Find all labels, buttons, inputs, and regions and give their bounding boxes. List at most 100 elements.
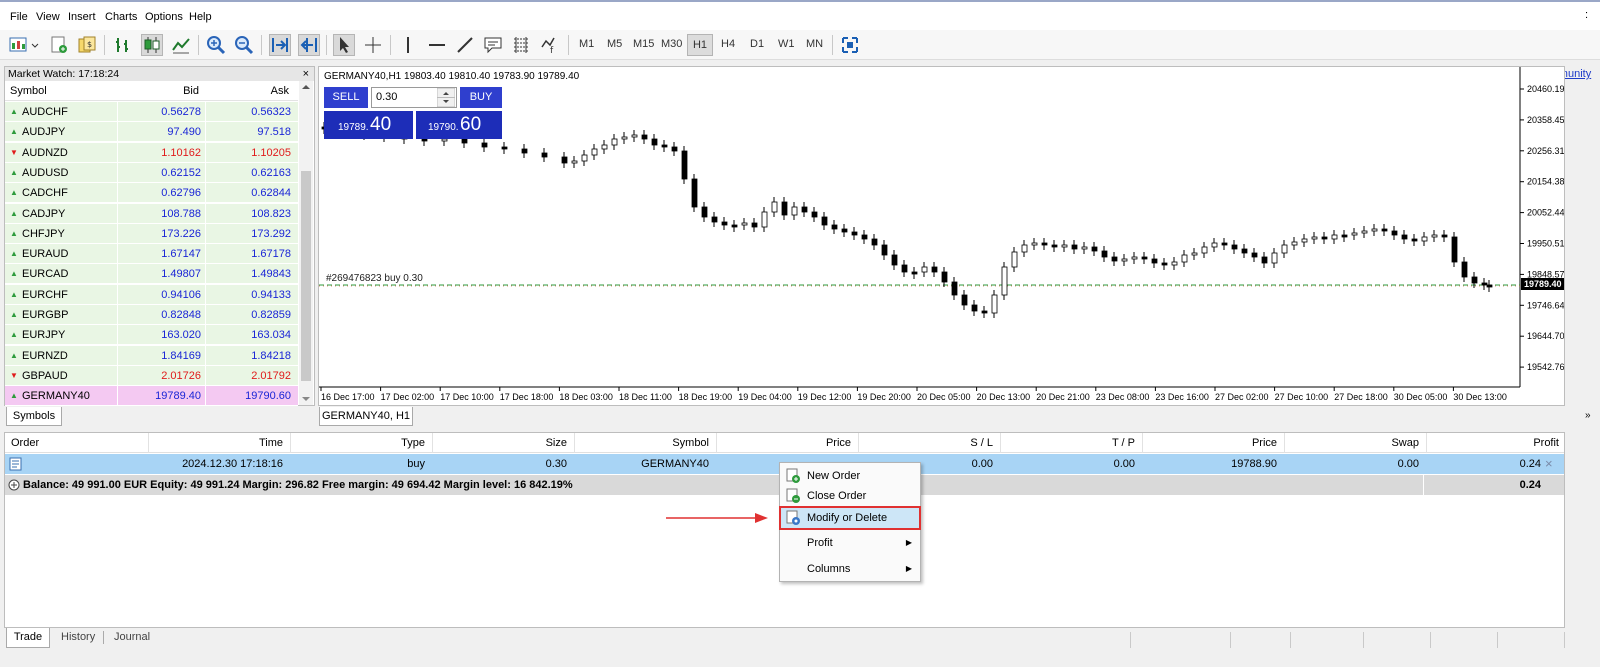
market-watch-row[interactable]: ▲ EURCHF 0.94106 0.94133: [5, 284, 298, 305]
chart-tabs-overflow[interactable]: »: [1585, 410, 1591, 421]
cursor-icon[interactable]: [333, 34, 355, 56]
timeframe-m30[interactable]: M30: [661, 38, 682, 50]
close-order-icon[interactable]: ×: [1545, 456, 1553, 471]
chart-window[interactable]: 20460.19 20358.45 20256.31 20154.38 20052.44…: [318, 66, 1565, 406]
market-watch-row[interactable]: ▼ AUDNZD 1.10162 1.10205: [5, 142, 298, 163]
close-icon[interactable]: ×: [303, 67, 309, 81]
zoom-in-icon[interactable]: [205, 34, 227, 56]
scrollbar-thumb[interactable]: [301, 171, 311, 381]
column-bid[interactable]: Bid: [117, 85, 199, 97]
timeframe-h1[interactable]: H1: [687, 34, 713, 56]
balance-expand-icon[interactable]: [8, 479, 20, 491]
menu-charts[interactable]: Charts: [105, 11, 137, 23]
column-size[interactable]: Size: [437, 437, 567, 449]
column-symbol[interactable]: Symbol: [10, 85, 47, 97]
market-watch-row[interactable]: ▲ GERMANY40 19789.40 19790.60: [5, 386, 298, 407]
column-symbol[interactable]: Symbol: [579, 437, 709, 449]
menu-options[interactable]: Options: [145, 11, 183, 23]
menu-item-close-order[interactable]: Close Order: [780, 486, 920, 506]
market-watch-row[interactable]: ▲ EURNZD 1.84169 1.84218: [5, 345, 298, 366]
menu-help[interactable]: Help: [189, 11, 212, 23]
timeframe-w1[interactable]: W1: [778, 38, 795, 50]
market-watch-row[interactable]: ▲ CADJPY 108.788 108.823: [5, 203, 298, 224]
tab-symbols[interactable]: Symbols: [6, 407, 62, 426]
menu-item-new-order[interactable]: New Order: [780, 466, 920, 486]
tab-history[interactable]: History: [61, 628, 95, 648]
timeframe-d1[interactable]: D1: [750, 38, 764, 50]
tab-journal[interactable]: Journal: [114, 628, 150, 648]
buy-price-display[interactable]: 19790. 60: [416, 111, 502, 139]
menu-item-profit[interactable]: Profit ▶: [780, 533, 920, 553]
auto-scroll-icon[interactable]: [269, 34, 291, 56]
menu-item-label: New Order: [807, 470, 861, 482]
scroll-down-icon[interactable]: [299, 393, 313, 405]
new-chart-icon[interactable]: [8, 34, 40, 56]
timeframe-m1[interactable]: M1: [579, 38, 594, 50]
candle-body: [961, 294, 968, 306]
market-watch-row[interactable]: ▲ CADCHF 0.62796 0.62844: [5, 183, 298, 204]
menu-item-columns[interactable]: Columns ▶: [780, 559, 920, 579]
column-swap[interactable]: Swap: [1289, 437, 1419, 449]
timeframe-m5[interactable]: M5: [607, 38, 622, 50]
market-watch-row[interactable]: ▲ EURCAD 1.49807 1.49843: [5, 264, 298, 285]
column-stop-loss[interactable]: S / L: [863, 437, 993, 449]
price-tick-label: 20154.38: [1527, 177, 1564, 187]
candlestick-chart[interactable]: 20460.19 20358.45 20256.31 20154.38 20052.44…: [319, 67, 1564, 405]
menu-file[interactable]: File: [10, 11, 28, 23]
market-watch-row[interactable]: ▲ AUDCHF 0.56278 0.56323: [5, 102, 298, 122]
menu-view[interactable]: View: [36, 11, 60, 23]
candle-body: [1311, 236, 1318, 240]
column-type[interactable]: Type: [295, 437, 425, 449]
sell-button[interactable]: SELL: [324, 87, 368, 108]
market-watch-scrollbar[interactable]: [299, 81, 313, 405]
arrow-up-icon: ▲: [10, 188, 18, 198]
bar-chart-icon[interactable]: [112, 34, 134, 56]
column-time[interactable]: Time: [155, 437, 283, 449]
tab-chart-germany40[interactable]: GERMANY40, H1: [319, 407, 413, 426]
sell-price-display[interactable]: 19789. 40: [324, 111, 413, 139]
vertical-line-icon[interactable]: [397, 34, 419, 56]
zoom-out-icon[interactable]: [233, 34, 255, 56]
market-watch-row[interactable]: ▲ AUDUSD 0.62152 0.62163: [5, 162, 298, 183]
line-chart-icon[interactable]: [170, 34, 192, 56]
price-tick-label: 20358.45: [1527, 115, 1564, 125]
candle-body: [571, 160, 578, 164]
horizontal-line-icon[interactable]: [426, 34, 448, 56]
text-label-icon[interactable]: [482, 34, 504, 56]
indicators-icon[interactable]: f: [539, 34, 561, 56]
market-watch-row[interactable]: ▲ EURAUD 1.67147 1.67178: [5, 244, 298, 265]
timeframe-m15[interactable]: M15: [633, 38, 654, 50]
market-watch-row[interactable]: ▲ CHFJPY 173.226 173.292: [5, 223, 298, 244]
timeframe-h4[interactable]: H4: [721, 38, 735, 50]
column-order[interactable]: Order: [11, 437, 39, 449]
market-watch-row[interactable]: ▲ AUDJPY 97.490 97.518: [5, 122, 298, 143]
fibonacci-icon[interactable]: [510, 34, 532, 56]
column-current-price[interactable]: Price: [1147, 437, 1277, 449]
candlestick-chart-icon[interactable]: [141, 34, 163, 56]
menu-insert[interactable]: Insert: [68, 11, 96, 23]
candle-body: [1441, 234, 1448, 238]
buy-button[interactable]: BUY: [460, 87, 502, 108]
menu-overflow[interactable]: :: [1585, 9, 1588, 21]
price-tick-label: 19644.70: [1527, 331, 1564, 341]
column-take-profit[interactable]: T / P: [1005, 437, 1135, 449]
close-order-icon: [786, 488, 800, 503]
column-ask[interactable]: Ask: [205, 85, 289, 97]
menu-item-modify-or-delete[interactable]: Modify or Delete: [779, 506, 921, 530]
column-profit[interactable]: Profit: [1431, 437, 1559, 449]
column-price[interactable]: Price: [721, 437, 851, 449]
market-watch-row[interactable]: ▲ EURGBP 0.82848 0.82859: [5, 305, 298, 325]
data-window-icon[interactable]: $: [76, 34, 98, 56]
market-watch-row[interactable]: ▼ GBPAUD 2.01726 2.01792: [5, 365, 298, 386]
chart-shift-icon[interactable]: [298, 34, 320, 56]
timeframe-mn[interactable]: MN: [806, 38, 823, 50]
crosshair-icon[interactable]: [362, 34, 384, 56]
lot-size-field[interactable]: 0.30: [371, 87, 457, 108]
market-watch-row[interactable]: ▲ EURJPY 163.020 163.034: [5, 325, 298, 346]
profiles-icon[interactable]: [48, 34, 70, 56]
fullscreen-icon[interactable]: [839, 34, 861, 56]
trendline-icon[interactable]: [454, 34, 476, 56]
scroll-up-icon[interactable]: [299, 81, 313, 93]
lot-stepper-icon[interactable]: [437, 88, 455, 107]
tab-trade[interactable]: Trade: [6, 628, 50, 648]
